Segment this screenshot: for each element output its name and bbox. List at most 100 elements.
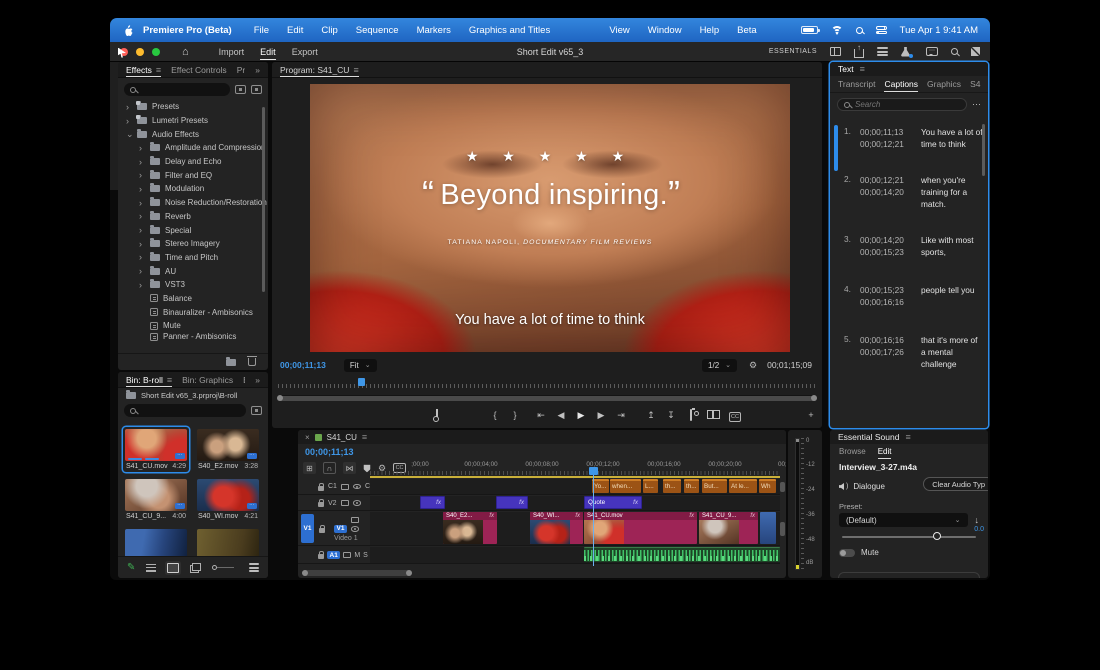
caption-clip[interactable]: L...: [643, 479, 658, 493]
caption-row-5[interactable]: 5. 00;00;16;1600;00;17;26 that it's more…: [844, 334, 984, 370]
panel-menu-icon[interactable]: ≡: [167, 375, 172, 385]
v2-track-name[interactable]: V2: [328, 500, 337, 507]
bin-breadcrumb[interactable]: Short Edit v65_3.prproj\B-roll: [118, 388, 268, 401]
menu-help[interactable]: Help: [700, 25, 720, 36]
zoom-level-dropdown[interactable]: Fit⌄: [344, 359, 377, 372]
track-output-eye-icon[interactable]: [351, 526, 359, 532]
bin-clip-s40-e2[interactable]: ⋯ S40_E2.mov3:28: [195, 427, 261, 472]
work-area-bar[interactable]: [370, 476, 780, 478]
go-to-in-icon[interactable]: ⇤: [534, 410, 548, 421]
sort-icon[interactable]: [249, 563, 259, 572]
chevron-right-icon[interactable]: ›: [139, 267, 145, 275]
go-to-out-icon[interactable]: ⇥: [614, 410, 628, 421]
v1-track-target[interactable]: V1: [334, 525, 347, 533]
track-scroll-handle[interactable]: [780, 522, 785, 536]
closed-caption-display-icon[interactable]: CC: [728, 410, 742, 420]
clip-options-badge[interactable]: ⋯: [247, 503, 257, 509]
tab-browse[interactable]: Browse: [839, 444, 866, 459]
track-scroll-handle[interactable]: [780, 482, 785, 492]
clip-thumbnail[interactable]: [125, 529, 187, 556]
clear-audio-type-button[interactable]: Clear Audio Typ: [923, 477, 988, 491]
preset-dropdown[interactable]: (Default)⌄: [839, 513, 968, 527]
tab-overflow-icon[interactable]: »: [255, 65, 260, 75]
tab-captions[interactable]: Captions: [884, 76, 918, 92]
chevron-right-icon[interactable]: ›: [126, 103, 132, 111]
fullscreen-icon[interactable]: [971, 47, 980, 56]
video-clip-s41-cu-9[interactable]: S41_CU_9...fx: [699, 512, 758, 544]
track-sync-icon[interactable]: [343, 552, 351, 558]
panel-menu-icon[interactable]: ≡: [353, 65, 358, 75]
captions-search-input[interactable]: [837, 98, 967, 111]
quick-help-icon[interactable]: [951, 48, 958, 55]
clip-options-badge[interactable]: ⋯: [247, 453, 257, 459]
clip-thumbnail[interactable]: ⋯: [125, 429, 187, 461]
tab-transcript[interactable]: Transcript: [838, 76, 875, 92]
playback-resolution-dropdown[interactable]: 1/2⌄: [702, 359, 737, 372]
chevron-right-icon[interactable]: ›: [139, 226, 145, 234]
accelerated-effects-badge-icon[interactable]: [235, 85, 246, 94]
play-button-icon[interactable]: ▶: [574, 410, 588, 421]
mark-in-icon[interactable]: {: [488, 410, 502, 420]
caption-clip[interactable]: when...: [610, 479, 641, 493]
menu-clock[interactable]: Tue Apr 1 9:41 AM: [900, 25, 978, 36]
program-scrollbar[interactable]: [277, 395, 817, 401]
bin-clip-s41-cu-9[interactable]: ⋯ S41_CU_9...4:00: [123, 477, 189, 522]
menu-view[interactable]: View: [609, 25, 629, 36]
apple-logo-icon[interactable]: [122, 24, 133, 37]
comments-icon[interactable]: ⋯: [926, 47, 938, 56]
panel-menu-icon[interactable]: ≡: [860, 64, 865, 74]
menu-app-name[interactable]: Premiere Pro (Beta): [143, 25, 232, 36]
panel-menu-icon[interactable]: ≡: [905, 432, 910, 442]
step-back-icon[interactable]: ◀: [554, 410, 568, 421]
track-lock-icon[interactable]: [319, 528, 325, 533]
caption-clip[interactable]: But...: [702, 479, 727, 493]
thumbnail-view-icon[interactable]: [167, 563, 179, 573]
zoom-window-button[interactable]: [152, 48, 160, 56]
chevron-down-icon[interactable]: ⌄: [126, 130, 132, 138]
chevron-right-icon[interactable]: ›: [139, 171, 145, 179]
tree-item-reverb[interactable]: ›Reverb: [118, 210, 268, 224]
menu-graphics-titles[interactable]: Graphics and Titles: [469, 25, 550, 36]
chevron-right-icon[interactable]: ›: [139, 199, 145, 207]
tab-edit-sound[interactable]: Edit: [878, 444, 892, 459]
tab-overflow-icon[interactable]: »: [255, 375, 260, 385]
32bit-color-badge-icon[interactable]: [251, 85, 262, 94]
tab-bin-graphics[interactable]: Bin: Graphics: [182, 372, 233, 387]
menu-edit[interactable]: Edit: [287, 25, 303, 36]
tab-more[interactable]: S4: [970, 76, 980, 92]
caption-clip[interactable]: Wh: [759, 479, 776, 493]
track-sync-icon[interactable]: [341, 500, 349, 506]
list-view-icon[interactable]: [146, 564, 156, 572]
menu-markers[interactable]: Markers: [417, 25, 451, 36]
sequence-tab-name[interactable]: S41_CU: [327, 433, 357, 442]
tree-item-balance[interactable]: Balance: [118, 292, 268, 306]
home-icon[interactable]: ⌂: [182, 46, 189, 58]
tree-item-modulation[interactable]: ›Modulation: [118, 182, 268, 196]
tree-item-panner[interactable]: Panner - Ambisonics: [118, 333, 268, 341]
track-lock-icon[interactable]: [318, 502, 324, 507]
minimize-window-button[interactable]: [136, 48, 144, 56]
timeline-horizontal-scrollbar[interactable]: [302, 570, 412, 576]
caption-row-4[interactable]: 4. 00;00;15;2300;00;16;16 people tell yo…: [844, 284, 984, 308]
video-clip-partial[interactable]: [760, 512, 776, 544]
quick-export-icon[interactable]: [854, 49, 864, 58]
track-output-eye-icon[interactable]: [353, 484, 361, 490]
panel-menu-icon[interactable]: ≡: [362, 432, 367, 442]
tree-item-vst3[interactable]: ›VST3: [118, 278, 268, 292]
more-options-icon[interactable]: ⋯: [972, 99, 981, 110]
current-timecode[interactable]: 00;00;11;13: [280, 360, 326, 370]
caption-text[interactable]: that it's more of a mental challenge: [921, 334, 984, 370]
bin-clip-s40-wi[interactable]: ⋯ S40_WI.mov4:21: [195, 477, 261, 522]
control-center-icon[interactable]: [876, 26, 887, 35]
menu-file[interactable]: File: [254, 25, 269, 36]
workspace-switcher-icon[interactable]: [830, 47, 841, 56]
caption-row-3[interactable]: 3. 00;00;14;2000;00;15;23 Like with most…: [844, 234, 984, 258]
video-clip-s40-wi[interactable]: S40_WI...fx: [530, 512, 583, 544]
snap-magnet-icon[interactable]: ∩: [323, 462, 336, 474]
chevron-right-icon[interactable]: ›: [126, 117, 132, 125]
track-sync-icon[interactable]: [351, 517, 359, 523]
save-preset-icon[interactable]: ↓: [975, 515, 980, 525]
tab-edit[interactable]: Edit: [260, 42, 276, 61]
clip-thumbnail[interactable]: ⋯: [125, 479, 187, 511]
caption-clip[interactable]: At le...: [729, 479, 757, 493]
